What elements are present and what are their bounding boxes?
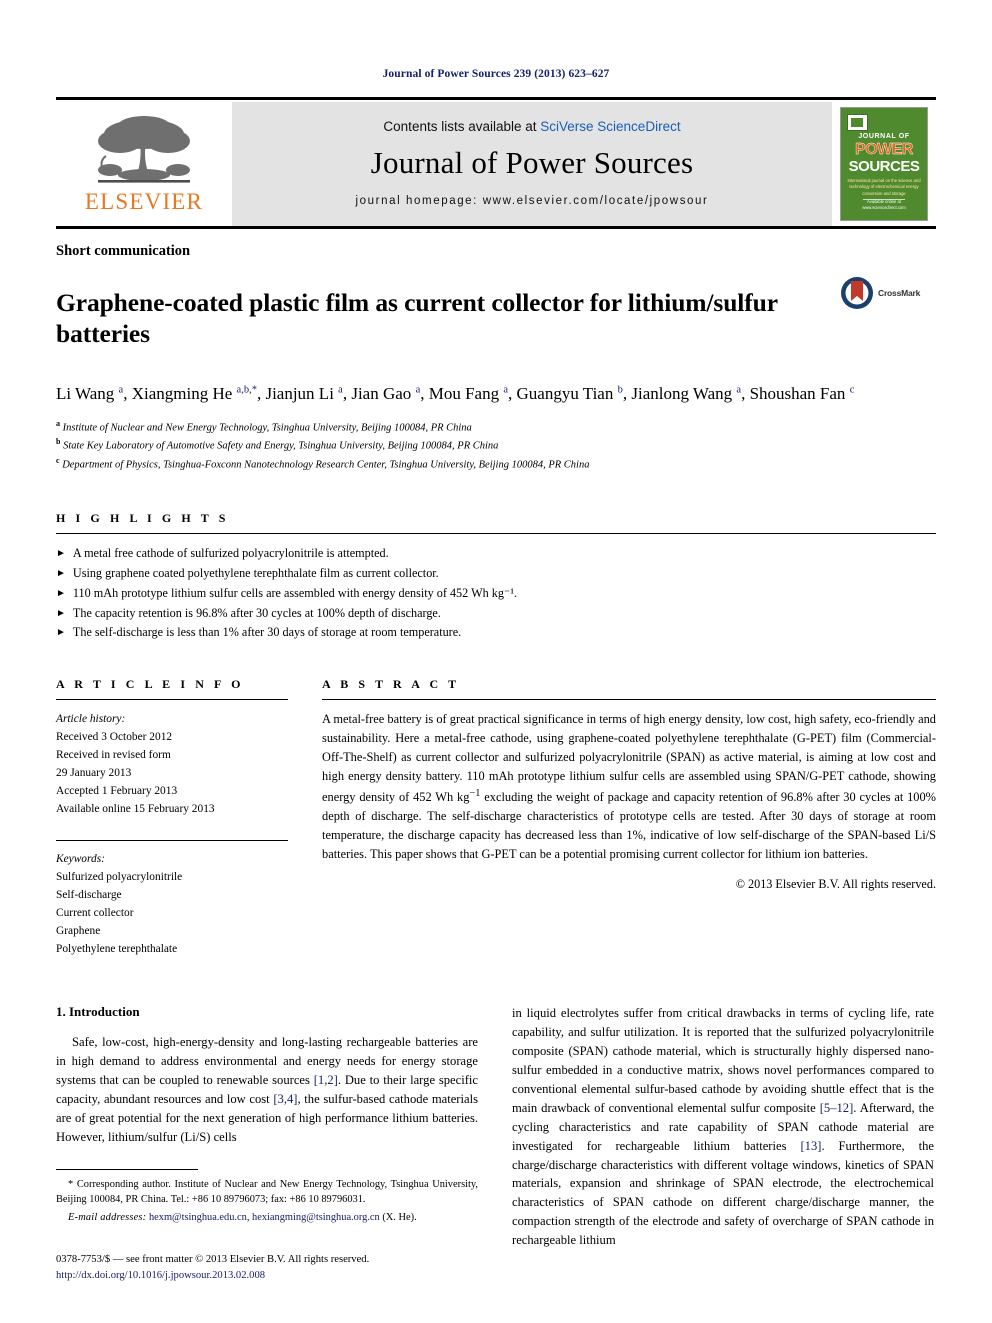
keywords-heading: Keywords: [56,853,105,866]
sciencedirect-link[interactable]: SciVerse ScienceDirect [540,119,680,134]
highlights-label: H I G H L I G H T S [56,511,229,526]
bullet-arrow-icon: ► [56,607,66,619]
email-note: E-mail addresses: hexm@tsinghua.edu.cn, … [68,1211,417,1223]
highlight-item: ► A metal free cathode of sulfurized poly… [56,544,936,564]
crossmark-badge[interactable]: CrossMark [840,270,936,310]
article-history-item: Accepted 1 February 2013 [56,785,178,798]
email-label: E-mail addresses: [68,1211,147,1223]
bullet-arrow-icon: ► [56,548,66,560]
running-head: Journal of Power Sources 239 (2013) 623–… [382,68,610,80]
article-info-column: A R T I C L E I N F O Article history: R… [56,677,288,958]
abstract-text: A metal-free battery is of great practic… [322,712,936,862]
highlight-text: The self-discharge is less than 1% after… [72,625,462,640]
abstract-rule [322,699,936,701]
keyword-item: Polyethylene terephthalate [56,943,178,956]
crossmark-label: CrossMark [878,288,921,298]
affiliation-list: a Institute of Nuclear and New Energy Te… [56,418,936,473]
keyword-item: Self-discharge [56,889,122,902]
footnote-rule [56,1168,198,1170]
cover-publisher-badge-icon [847,114,868,131]
email-link-2[interactable]: hexiangming@tsinghua.org.cn [252,1212,380,1223]
issn-line: 0378-7753/$ — see front matter © 2013 El… [56,1253,370,1265]
journal-homepage[interactable]: journal homepage: www.elsevier.com/locat… [356,195,709,207]
abstract-copyright: © 2013 Elsevier B.V. All rights reserved… [735,877,936,892]
journal-article-page: Journal of Power Sources 239 (2013) 623–… [0,0,992,1323]
cover-footer: Available online at www.sciencedirect.co… [862,198,906,211]
highlights-rule [56,533,936,535]
highlight-item: ► The capacity retention is 96.8% after 3… [56,604,936,624]
article-info-label: A R T I C L E I N F O [56,677,245,692]
highlights-list: ► A metal free cathode of sulfurized poly… [56,544,936,643]
issn-block: 0378-7753/$ — see front matter © 2013 El… [56,1252,478,1285]
abstract-label: A B S T R A C T [322,677,460,692]
elsevier-tree-icon [98,115,190,183]
author-list: Li Wang a, Xiangming He a,b,*, Jianjun L… [56,384,855,404]
article-history-item: 29 January 2013 [56,767,132,780]
highlight-text: A metal free cathode of sulfurized polya… [72,546,389,561]
bullet-arrow-icon: ► [56,627,66,639]
journal-masthead: ELSEVIER Contents lists available at Sci… [56,97,936,226]
publisher-logo: ELSEVIER [56,102,232,226]
highlight-item: ► 110 mAh prototype lithium sulfur cells … [56,584,936,604]
keyword-item: Sulfurized polyacrylonitrile [56,871,183,884]
cover-word-power: POWER [855,141,914,158]
bullet-arrow-icon: ► [56,568,66,580]
keywords-items: Sulfurized polyacrylonitrile Self-dischar… [56,868,288,958]
highlight-text: 110 mAh prototype lithium sulfur cells a… [72,585,518,600]
highlight-text: The capacity retention is 96.8% after 30… [72,605,441,620]
journal-title: Journal of Power Sources [370,145,694,180]
affiliation-item: c Department of Physics, Tsinghua-Foxcon… [56,455,590,471]
article-history-item: Received 3 October 2012 [56,731,173,744]
email-link-1[interactable]: hexm@tsinghua.edu.cn [149,1212,247,1223]
elsevier-wordmark: ELSEVIER [84,188,204,214]
intro-paragraph-left: Safe, low-cost, high-energy-density and … [56,1035,478,1144]
cover-subtitle: International journal on the science and… [847,178,921,196]
masthead-bottom-rule [56,226,936,229]
affiliation-item: b State Key Laboratory of Automotive Saf… [56,437,499,452]
article-history-items: Received 3 October 2012 Received in revis… [56,728,288,818]
intro-paragraph-right: in liquid electrolytes suffer from criti… [512,1006,934,1248]
bullet-arrow-icon: ► [56,587,66,599]
journal-banner: Contents lists available at SciVerse Sci… [232,102,832,226]
highlight-text: Using graphene coated polyethylene terep… [72,566,439,581]
article-history-item: Available online 15 February 2013 [56,803,215,816]
footnote-zone: * Corresponding author. Institute of Nuc… [56,1168,478,1285]
affiliation-item: a Institute of Nuclear and New Energy Te… [56,419,472,434]
body-column-left: 1. Introduction Safe, low-cost, high-ene… [56,1004,478,1284]
title-row: Graphene-coated plastic film as current … [56,270,936,366]
section-heading-introduction: 1. Introduction [56,1004,140,1020]
contents-prefix: Contents lists available at [383,119,541,134]
body-column-right: in liquid electrolytes suffer from criti… [512,1004,934,1284]
page-title: Graphene-coated plastic film as current … [56,288,778,349]
highlight-item: ► Using graphene coated polyethylene tere… [56,564,936,584]
crossmark-icon [841,277,873,309]
doi-link[interactable]: http://dx.doi.org/10.1016/j.jpowsour.201… [56,1270,265,1281]
keyword-item: Current collector [56,907,134,920]
keyword-item: Graphene [56,925,101,938]
info-abstract-row: A R T I C L E I N F O Article history: R… [56,677,936,958]
body-columns: 1. Introduction Safe, low-cost, high-ene… [56,1004,936,1284]
cover-line1: JOURNAL OF [858,133,910,140]
corresponding-author-note: * Corresponding author. Institute of Nuc… [56,1178,478,1206]
highlight-item: ► The self-discharge is less than 1% afte… [56,623,936,643]
article-history-item: Received in revised form [56,749,171,762]
article-info-rule [56,699,288,701]
article-type: Short communication [56,243,191,259]
cover-word-sources: SOURCES [848,158,920,175]
article-history: Article history: Received 3 October 2012… [56,710,288,818]
email-suffix: (X. He). [382,1211,417,1223]
contents-available-line: Contents lists available at SciVerse Sci… [383,119,680,134]
journal-cover-thumbnail: JOURNAL OF POWER SOURCES International j… [832,102,936,226]
highlights-section: H I G H L I G H T S ► A metal free cathod… [56,511,936,643]
abstract-column: A B S T R A C T A metal-free battery is … [322,677,936,958]
keywords-block: Keywords: Sulfurized polyacrylonitrile Se… [56,840,288,958]
article-history-heading: Article history: [56,713,126,726]
